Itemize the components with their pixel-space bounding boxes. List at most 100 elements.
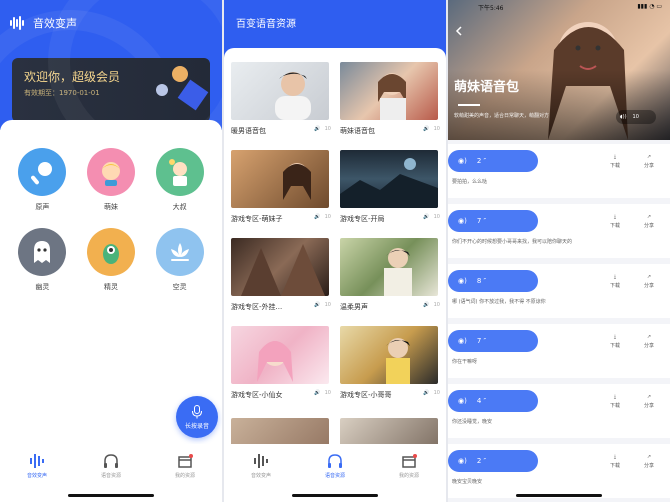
share-button[interactable]: ↗ 分享: [644, 274, 654, 289]
lotus-avatar-icon: [155, 228, 204, 276]
resource-card[interactable]: 游戏专区-萌妹子 🔊 10: [231, 150, 333, 224]
share-icon: ↗: [646, 214, 652, 220]
play-button[interactable]: ◉) 2 ″: [448, 150, 538, 172]
share-button[interactable]: ↗ 分享: [644, 334, 654, 349]
home-indicator: [516, 494, 602, 497]
duration: 4 ″: [476, 397, 487, 405]
resource-card[interactable]: 萌妹语音包 🔊 10: [340, 62, 442, 136]
duration: 8 ″: [476, 277, 487, 285]
card-meta: 🔊 10: [314, 214, 331, 220]
voice-text: 要拍拍，么么哒: [452, 179, 488, 185]
share-label: 分享: [644, 343, 655, 349]
tab-voice-changer[interactable]: 音效变声: [231, 452, 291, 502]
voice-row: ◉) 4 ″ 你还没睡觉，晚安 ⤓ 下载 ↗ 分享: [448, 384, 670, 438]
thumbnail-image: [340, 150, 438, 208]
voice-text: 你们不开心的时候想要小哥哥来找，我可以陪你聊天的: [452, 239, 573, 245]
voice-row: ◉) 2 ″ 要拍拍，么么哒 ⤓ 下载 ↗ 分享: [448, 144, 670, 198]
share-button[interactable]: ↗ 分享: [644, 454, 654, 469]
resource-card[interactable]: 游戏专区-外挂... 🔊 10: [231, 238, 333, 312]
waveform-icon: [254, 454, 268, 468]
voice-item-ghost[interactable]: 幽灵: [8, 228, 77, 292]
voice-item-cute-girl[interactable]: 萌妹: [77, 148, 146, 212]
record-label: 长按录音: [184, 422, 209, 430]
vip-card[interactable]: 欢迎你，超级会员 有效期至：1970-01-01: [12, 58, 210, 122]
tab-my-resources[interactable]: 我的资源: [379, 452, 439, 502]
share-label: 分享: [644, 403, 655, 409]
share-button[interactable]: ↗ 分享: [644, 214, 654, 229]
share-icon: ↗: [646, 154, 652, 160]
play-button[interactable]: ◉) 2 ″: [448, 450, 538, 472]
header: 音效变声 欢迎你，超级会员 有效期至：1970-01-01: [0, 0, 222, 130]
voice-item-original[interactable]: 原声: [8, 148, 77, 212]
share-label: 分享: [644, 283, 655, 289]
microphone-icon: [192, 404, 202, 418]
share-button[interactable]: ↗ 分享: [644, 154, 654, 169]
download-button[interactable]: ⤓ 下载: [610, 214, 620, 229]
sound-wave-icon: ◉): [458, 277, 467, 285]
duration: 7 ″: [476, 217, 487, 225]
download-button[interactable]: ⤓ 下载: [610, 274, 620, 289]
resource-card[interactable]: 游戏专区-小仙女 🔊 10: [231, 326, 333, 400]
tab-voice-changer[interactable]: 音效变声: [7, 452, 67, 502]
cute-girl-avatar-icon: [86, 148, 135, 196]
back-arrow-icon[interactable]: [454, 26, 464, 36]
card-count: 10: [433, 390, 440, 396]
play-button[interactable]: ◉) 4 ″: [448, 390, 538, 412]
card-count: 10: [324, 126, 331, 132]
resource-card[interactable]: 游戏专区-小哥哥 🔊 10: [340, 326, 442, 400]
play-button[interactable]: ◉) 8 ″: [448, 270, 538, 292]
share-icon: ↗: [646, 394, 652, 400]
download-button[interactable]: ⤓ 下载: [610, 154, 620, 169]
share-icon: ↗: [646, 274, 652, 280]
card-meta: 🔊 10: [314, 390, 331, 396]
sound-wave-icon: ◉): [458, 337, 467, 345]
tab-label: 语音资源: [324, 473, 345, 479]
volume-icon: 🔊: [314, 214, 321, 220]
card-count: 10: [433, 302, 440, 308]
download-label: 下载: [610, 163, 621, 169]
resource-grid: 暖男语音包 🔊 10 萌妹语音包 🔊 10 游戏专区-萌妹子 🔊 10 游戏专区…: [224, 48, 446, 502]
download-button[interactable]: ⤓ 下载: [610, 334, 620, 349]
record-button[interactable]: 长按录音: [176, 396, 218, 438]
box-icon: [178, 454, 193, 468]
voice-item-ethereal[interactable]: 空灵: [145, 228, 214, 292]
volume-icon: 🔊: [423, 214, 430, 220]
thumbnail-image: [340, 238, 438, 296]
voice-label: 大叔: [172, 203, 187, 211]
sound-wave-icon: ◉): [458, 157, 467, 165]
download-button[interactable]: ⤓ 下载: [610, 454, 620, 469]
card-meta: 🔊 10: [314, 302, 331, 308]
play-button[interactable]: ◉) 7 ″: [448, 210, 538, 232]
microphone-avatar-icon: [18, 148, 67, 196]
sound-wave-icon: ◉): [458, 217, 467, 225]
download-label: 下载: [610, 403, 621, 409]
download-icon: ⤓: [613, 274, 617, 280]
sound-wave-icon: ◉): [458, 397, 467, 405]
card-count: 10: [324, 302, 331, 308]
share-label: 分享: [644, 223, 655, 229]
hero-count-badge: ◖)) 10: [616, 110, 656, 124]
sound-wave-icon: ◉): [458, 457, 467, 465]
download-button[interactable]: ⤓ 下载: [610, 394, 620, 409]
waveform-icon: [30, 454, 44, 468]
play-button[interactable]: ◉) 7 ″: [448, 330, 538, 352]
goblin-avatar-icon: [86, 228, 135, 276]
thumbnail-image: [231, 238, 329, 296]
tab-my-resources[interactable]: 我的资源: [155, 452, 215, 502]
volume-icon: 🔊: [314, 302, 321, 308]
uncle-avatar-icon: [155, 148, 204, 196]
box-icon: [402, 454, 417, 468]
voice-item-goblin[interactable]: 精灵: [77, 228, 146, 292]
card-count: 10: [324, 390, 331, 396]
share-button[interactable]: ↗ 分享: [644, 394, 654, 409]
thumbnail-image: [231, 326, 329, 384]
resource-card[interactable]: 温柔男声 🔊 10: [340, 238, 442, 312]
resource-card[interactable]: 游戏专区-开局 🔊 10: [340, 150, 442, 224]
voice-item-uncle[interactable]: 大叔: [145, 148, 214, 212]
hero-banner: 下午5:46 ▮▮▮ ◔ ▭ 萌妹语音包 软萌甜美的声音，适合日常聊天，萌翻对方…: [448, 0, 670, 140]
voice-grid: 原声 萌妹 大叔 幽灵 精灵 空灵: [8, 148, 214, 292]
hero-title: 萌妹语音包: [454, 80, 520, 95]
app-screens: 音效变声 欢迎你，超级会员 有效期至：1970-01-01 原声 萌妹 大叔 幽…: [0, 0, 670, 502]
voice-label: 空灵: [172, 283, 187, 291]
resource-card[interactable]: 暖男语音包 🔊 10: [231, 62, 333, 136]
